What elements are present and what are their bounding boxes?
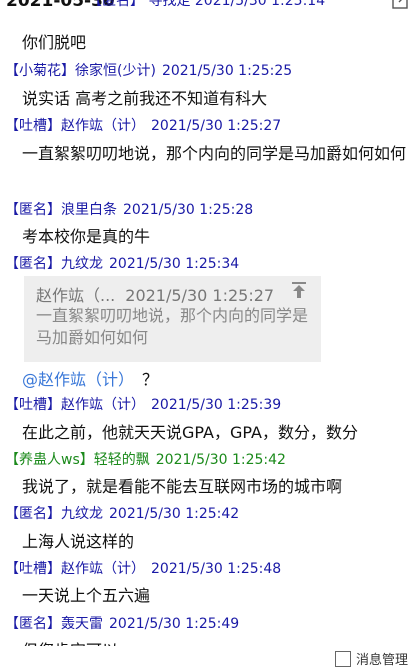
message-text: 你们脱吧 — [22, 33, 87, 52]
quote-text: 一直絮絮叨叨地说，那个内向的同学是马加爵如何如何 — [36, 306, 309, 347]
date-header: 2021-05-30 【匿名】 寻找走 2021/5/30 1:25:14 — [0, 0, 420, 13]
sender-name[interactable]: 浪里白条 — [61, 202, 117, 218]
message-time: 2021/5/30 1:25:42 — [109, 506, 240, 522]
message-text: 说实话 高考之前我还不知道有科大 — [22, 89, 268, 108]
sender-name[interactable]: 赵作竑（计） — [61, 118, 145, 134]
message-time: 2021/5/30 1:25:28 — [123, 202, 254, 218]
message-meta: 【吐槽】赵作竑（计） 2021/5/30 1:25:39 — [5, 395, 281, 415]
message-time: 2021/5/30 1:25:49 — [109, 616, 240, 632]
sender-tag: 【小菊花】 — [5, 63, 75, 79]
message-meta: 【吐槽】赵作竑（计） 2021/5/30 1:25:48 — [5, 559, 281, 579]
quoted-message[interactable]: 赵作竑（... 2021/5/30 1:25:27 一直絮絮叨叨地说，那个内向的同… — [24, 276, 321, 362]
sender-tag: 【吐槽】 — [5, 118, 61, 134]
message-meta: 【匿名】轰天雷 2021/5/30 1:25:49 — [5, 614, 239, 634]
message-text: 在此之前，他就天天说GPA，GPA，数分，数分 — [22, 423, 358, 442]
message-time: 2021/5/30 1:25:34 — [109, 256, 240, 272]
sender-tag: 【匿名】 — [5, 506, 61, 522]
quote-author: 赵作竑（... — [36, 286, 116, 305]
export-icon[interactable] — [392, 0, 410, 9]
message-meta-cut: 【匿名】 寻找走 2021/5/30 1:25:14 — [88, 0, 326, 9]
sender-tag: 【匿名】 — [5, 256, 61, 272]
sender-name[interactable]: 轻轻的飘 — [94, 452, 150, 468]
message-text: 考本校你是真的牛 — [22, 227, 151, 246]
sender-tag: 【匿名】 — [5, 616, 61, 632]
message-meta: 【养蛊人ws】轻轻的飘 2021/5/30 1:25:42 — [5, 450, 286, 470]
message-time: 2021/5/30 1:25:27 — [151, 118, 282, 134]
sender-name[interactable]: 赵作竑（计） — [61, 561, 145, 577]
bottom-bar: 消息管理 — [0, 646, 420, 668]
message-text: 一天说上个五六遍 — [22, 586, 151, 605]
sender-name[interactable]: 轰天雷 — [61, 616, 103, 632]
mention-link[interactable]: @赵作竑（计） — [22, 370, 134, 389]
message-time: 2021/5/30 1:25:48 — [151, 561, 282, 577]
message-text: 一直絮絮叨叨地说，那个内向的同学是马加爵如何如何 — [22, 144, 407, 163]
sender-name[interactable]: 九纹龙 — [61, 256, 103, 272]
message-manage-checkbox[interactable] — [335, 651, 351, 667]
message-time: 2021/5/30 1:25:39 — [151, 397, 282, 413]
message-text: 我说了，就是看能不能去互联网市场的城市啊 — [22, 477, 343, 496]
pin-top-icon[interactable] — [291, 281, 307, 299]
quote-time: 2021/5/30 1:25:27 — [125, 286, 275, 305]
sender-tag: 【匿名】 — [5, 202, 61, 218]
message-meta: 【匿名】浪里白条 2021/5/30 1:25:28 — [5, 200, 253, 220]
message-time: 2021/5/30 1:25:42 — [155, 452, 286, 468]
message-text: ？ — [142, 370, 159, 389]
message-meta: 【匿名】九纹龙 2021/5/30 1:25:34 — [5, 254, 239, 274]
message-meta: 【匿名】九纹龙 2021/5/30 1:25:42 — [5, 504, 239, 524]
sender-tag: 【养蛊人ws】 — [5, 452, 94, 468]
sender-name[interactable]: 赵作竑（计） — [61, 397, 145, 413]
sender-tag: 【吐槽】 — [5, 561, 61, 577]
sender-name[interactable]: 徐家恒(少计) — [75, 63, 156, 79]
message-meta: 【吐槽】赵作竑（计） 2021/5/30 1:25:27 — [5, 116, 281, 136]
message-text: 上海人说这样的 — [22, 532, 135, 551]
sender-tag: 【吐槽】 — [5, 397, 61, 413]
sender-name[interactable]: 九纹龙 — [61, 506, 103, 522]
message-meta: 【小菊花】徐家恒(少计) 2021/5/30 1:25:25 — [5, 61, 292, 81]
message-time: 2021/5/30 1:25:25 — [161, 63, 293, 79]
quote-header: 赵作竑（... 2021/5/30 1:25:27 — [36, 282, 274, 306]
message-mention-line: @赵作竑（计） ？ — [22, 366, 158, 394]
